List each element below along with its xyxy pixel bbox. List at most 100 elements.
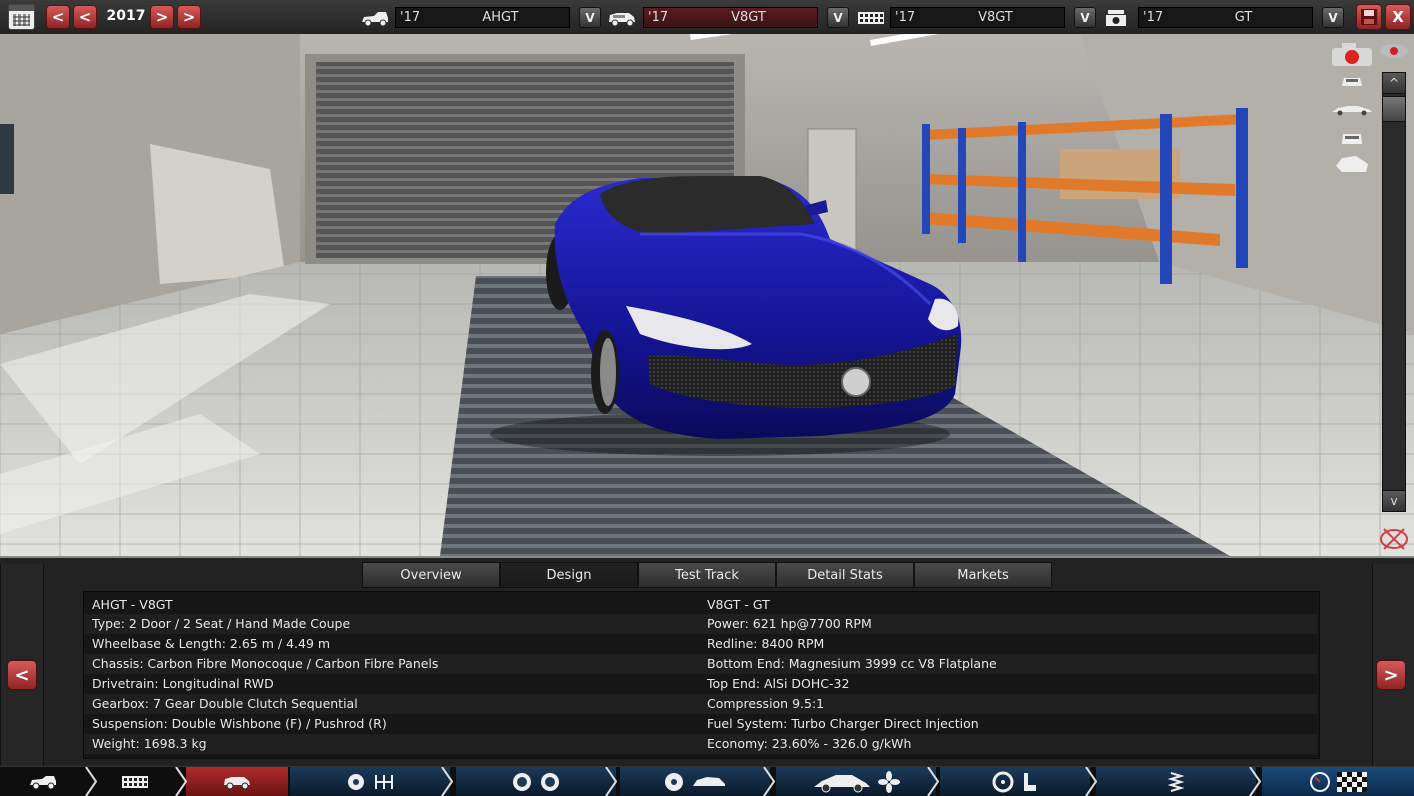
checkered-flag-icon	[1337, 771, 1367, 792]
nav-testing[interactable]	[1262, 767, 1414, 796]
stat-left: Weight: 1698.3 kg	[92, 736, 207, 751]
reset-view-icon[interactable]	[1378, 525, 1410, 553]
stat-left: Drivetrain: Longitudinal RWD	[92, 676, 274, 691]
scroll-down-button[interactable]: v	[1382, 490, 1406, 512]
panel-prev-button[interactable]: <	[7, 660, 37, 690]
nav-wheels[interactable]	[456, 767, 616, 796]
stat-left: Suspension: Double Wishbone (F) / Pushro…	[92, 716, 387, 731]
scroll-thumb[interactable]	[1382, 96, 1406, 122]
engine-variant-dropdown-button[interactable]: V	[1322, 7, 1344, 28]
nav-trim-active[interactable]	[186, 767, 288, 796]
stat-right: Economy: 23.60% - 326.0 g/kWh	[707, 736, 912, 751]
stats-row: Gearbox: 7 Gear Double Clutch Sequential…	[84, 694, 1317, 714]
stat-left: Wheelbase & Length: 2.65 m / 4.49 m	[92, 636, 331, 651]
stat-right: Redline: 8400 RPM	[707, 636, 825, 651]
tab-detail-stats[interactable]: Detail Stats	[776, 562, 914, 588]
chassis-icon	[121, 775, 148, 788]
prev-year-fast-button[interactable]: <	[46, 5, 70, 29]
stat-right: Compression 9.5:1	[707, 696, 825, 711]
stats-row: Wheelbase & Length: 2.65 m / 4.49 m Redli…	[84, 634, 1317, 654]
seat-icon	[1024, 772, 1036, 791]
year-display: 2017	[106, 8, 146, 24]
view-side-icon[interactable]	[1330, 100, 1374, 116]
stat-left: Type: 2 Door / 2 Seat / Hand Made Coupe	[92, 616, 351, 631]
engine-variant-icon	[1106, 10, 1126, 26]
garage-scene	[0, 34, 1414, 556]
car-model-icon	[29, 775, 56, 789]
prev-year-button[interactable]: <	[73, 5, 97, 29]
engine-variant-selector[interactable]: '17 GT	[1138, 7, 1313, 28]
stats-row: Type: 2 Door / 2 Seat / Hand Made Coupe P…	[84, 614, 1317, 634]
tab-design[interactable]: Design	[500, 562, 638, 588]
view-perspective-icon[interactable]	[1332, 152, 1372, 176]
car-side-icon	[814, 774, 870, 792]
top-toolbar: < < 2017 > > '17 AHGT V '17 V8GT V '17 V8GT…	[0, 0, 1414, 35]
tab-test-track[interactable]: Test Track	[638, 562, 776, 588]
eye-icon[interactable]	[1378, 42, 1410, 60]
nav-model[interactable]	[0, 767, 85, 796]
trim-selector[interactable]: '17 V8GT	[643, 7, 818, 28]
engine-block-icon	[858, 12, 884, 24]
view-front-icon[interactable]	[1338, 72, 1366, 90]
chevron-right-icon	[927, 767, 940, 796]
chevron-right-icon	[441, 767, 454, 796]
chevron-right-icon	[763, 767, 776, 796]
chevron-right-icon	[85, 767, 98, 796]
stats-table: AHGT - V8GT V8GT - GT Type: 2 Door / 2 Se…	[83, 591, 1320, 759]
stat-right: V8GT - GT	[707, 597, 770, 612]
nav-aero[interactable]	[776, 767, 936, 796]
next-year-button[interactable]: >	[150, 5, 174, 29]
tab-markets[interactable]: Markets	[914, 562, 1052, 588]
chevron-right-icon	[605, 767, 618, 796]
stat-right: Bottom End: Magnesium 3999 cc V8 Flatpla…	[707, 656, 997, 671]
nav-suspension[interactable]	[1096, 767, 1256, 796]
bottom-nav	[0, 766, 1414, 796]
stats-row: AHGT - V8GT V8GT - GT	[84, 595, 1317, 615]
camera-icon[interactable]	[1330, 40, 1374, 68]
model-dropdown-button[interactable]: V	[579, 7, 601, 28]
nav-interior[interactable]	[940, 767, 1090, 796]
nav-drivetrain[interactable]	[290, 767, 450, 796]
chevron-right-icon	[1249, 767, 1262, 796]
calendar-icon[interactable]	[8, 4, 35, 30]
wheel-icon	[541, 772, 559, 791]
next-year-fast-button[interactable]: >	[177, 5, 201, 29]
stat-left: AHGT - V8GT	[92, 597, 173, 612]
steering-wheel-icon	[992, 771, 1014, 792]
scroll-up-button[interactable]: ^	[1382, 72, 1406, 94]
tab-overview[interactable]: Overview	[362, 562, 500, 588]
car-trim-icon	[224, 776, 250, 789]
fan-icon	[878, 770, 900, 793]
viewport-scrollbar[interactable]	[1382, 72, 1406, 512]
view-rear-icon[interactable]	[1338, 128, 1366, 146]
stats-row: Chassis: Carbon Fibre Monocoque / Carbon…	[84, 654, 1317, 674]
spring-icon	[1167, 771, 1185, 792]
speedometer-icon	[1310, 771, 1330, 792]
stat-left: Gearbox: 7 Gear Double Clutch Sequential	[92, 696, 358, 711]
close-button[interactable]: X	[1385, 4, 1411, 30]
car-3d-viewport[interactable]	[0, 34, 1414, 556]
car-trim-icon	[609, 13, 635, 27]
trim-dropdown-button[interactable]: V	[827, 7, 849, 28]
engine-family-dropdown-button[interactable]: V	[1074, 7, 1096, 28]
nav-brakes[interactable]	[620, 767, 770, 796]
model-selector[interactable]: '17 AHGT	[395, 7, 570, 28]
save-button[interactable]	[1356, 4, 1382, 30]
gear-icon	[348, 773, 364, 790]
wheel-icon	[513, 772, 531, 791]
gearbox-icon	[375, 774, 393, 789]
panel-next-button[interactable]: >	[1376, 660, 1406, 690]
stats-row: Suspension: Double Wishbone (F) / Pushro…	[84, 714, 1317, 734]
brake-disc-icon	[665, 772, 683, 791]
stat-right: Power: 621 hp@7700 RPM	[707, 616, 872, 631]
nav-chassis[interactable]	[92, 767, 177, 796]
chevron-right-icon	[175, 767, 188, 796]
stat-left: Chassis: Carbon Fibre Monocoque / Carbon…	[92, 656, 439, 671]
engine-family-selector[interactable]: '17 V8GT	[890, 7, 1065, 28]
stat-right: Top End: AlSi DOHC-32	[707, 676, 850, 691]
stats-row: Drivetrain: Longitudinal RWD Top End: AlS…	[84, 674, 1317, 694]
chevron-right-icon	[1085, 767, 1098, 796]
save-icon	[1361, 9, 1377, 25]
car-body-icon	[693, 776, 725, 786]
stats-row: Weight: 1698.3 kg Economy: 23.60% - 326.0…	[84, 734, 1317, 754]
